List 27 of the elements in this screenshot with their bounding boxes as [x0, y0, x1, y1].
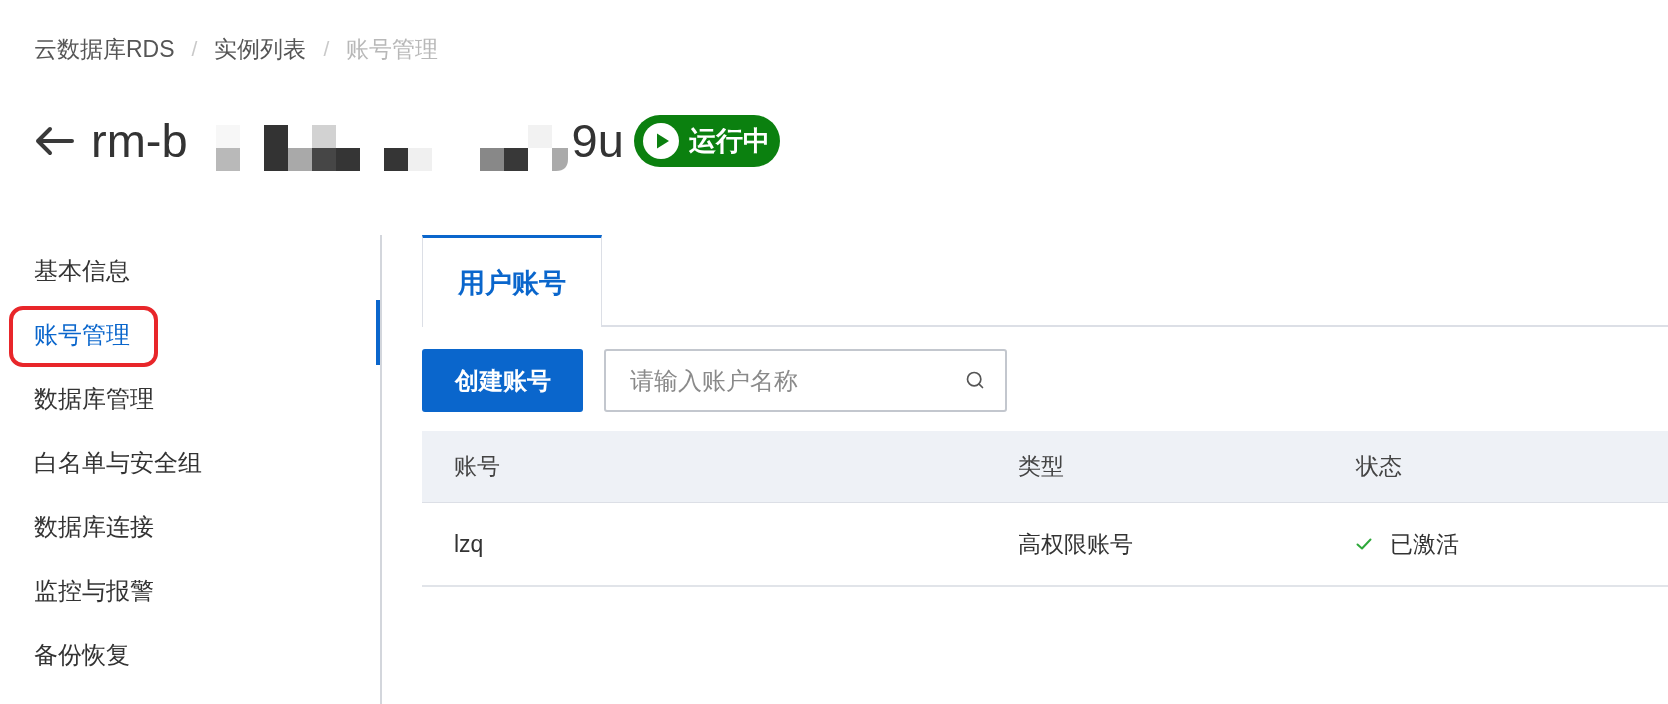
create-account-button[interactable]: 创建账号 [422, 349, 583, 412]
page-title: 9u [571, 115, 624, 167]
search-field[interactable]: 请输入账户名称 [604, 349, 1007, 412]
sidebar-item[interactable]: 数据库管理 [34, 384, 154, 414]
search-icon[interactable] [965, 370, 985, 390]
column-header: 状态 [1355, 452, 1403, 481]
back-arrow-icon[interactable] [34, 126, 74, 156]
sidebar-item[interactable]: 监控与报警 [34, 576, 154, 606]
column-header: 账号 [453, 452, 501, 481]
table-cell-text: 已激活 [1390, 529, 1459, 559]
page-title: rm-b [91, 115, 188, 167]
active-indicator [376, 300, 380, 365]
breadcrumb-separator: / [191, 36, 198, 62]
sidebar-item[interactable]: 账号管理 [34, 320, 130, 350]
sidebar-item[interactable]: 数据库连接 [34, 512, 154, 542]
sidebar-item[interactable]: 基本信息 [34, 256, 130, 286]
sidebar-item[interactable]: 备份恢复 [34, 640, 130, 670]
sidebar-item[interactable]: 白名单与安全组 [34, 448, 202, 478]
tab[interactable]: 用户账号 [422, 235, 602, 327]
breadcrumb-link[interactable]: 云数据库RDS [34, 34, 175, 64]
column-header: 类型 [1017, 452, 1065, 481]
table-cell-text: lzq [453, 530, 485, 558]
table-cell-text: 高权限账号 [1017, 529, 1134, 559]
play-icon [642, 123, 679, 159]
status-badge: 运行中 [633, 115, 780, 167]
breadcrumb-link[interactable]: 实例列表 [214, 34, 307, 64]
breadcrumb-separator: / [323, 36, 330, 62]
